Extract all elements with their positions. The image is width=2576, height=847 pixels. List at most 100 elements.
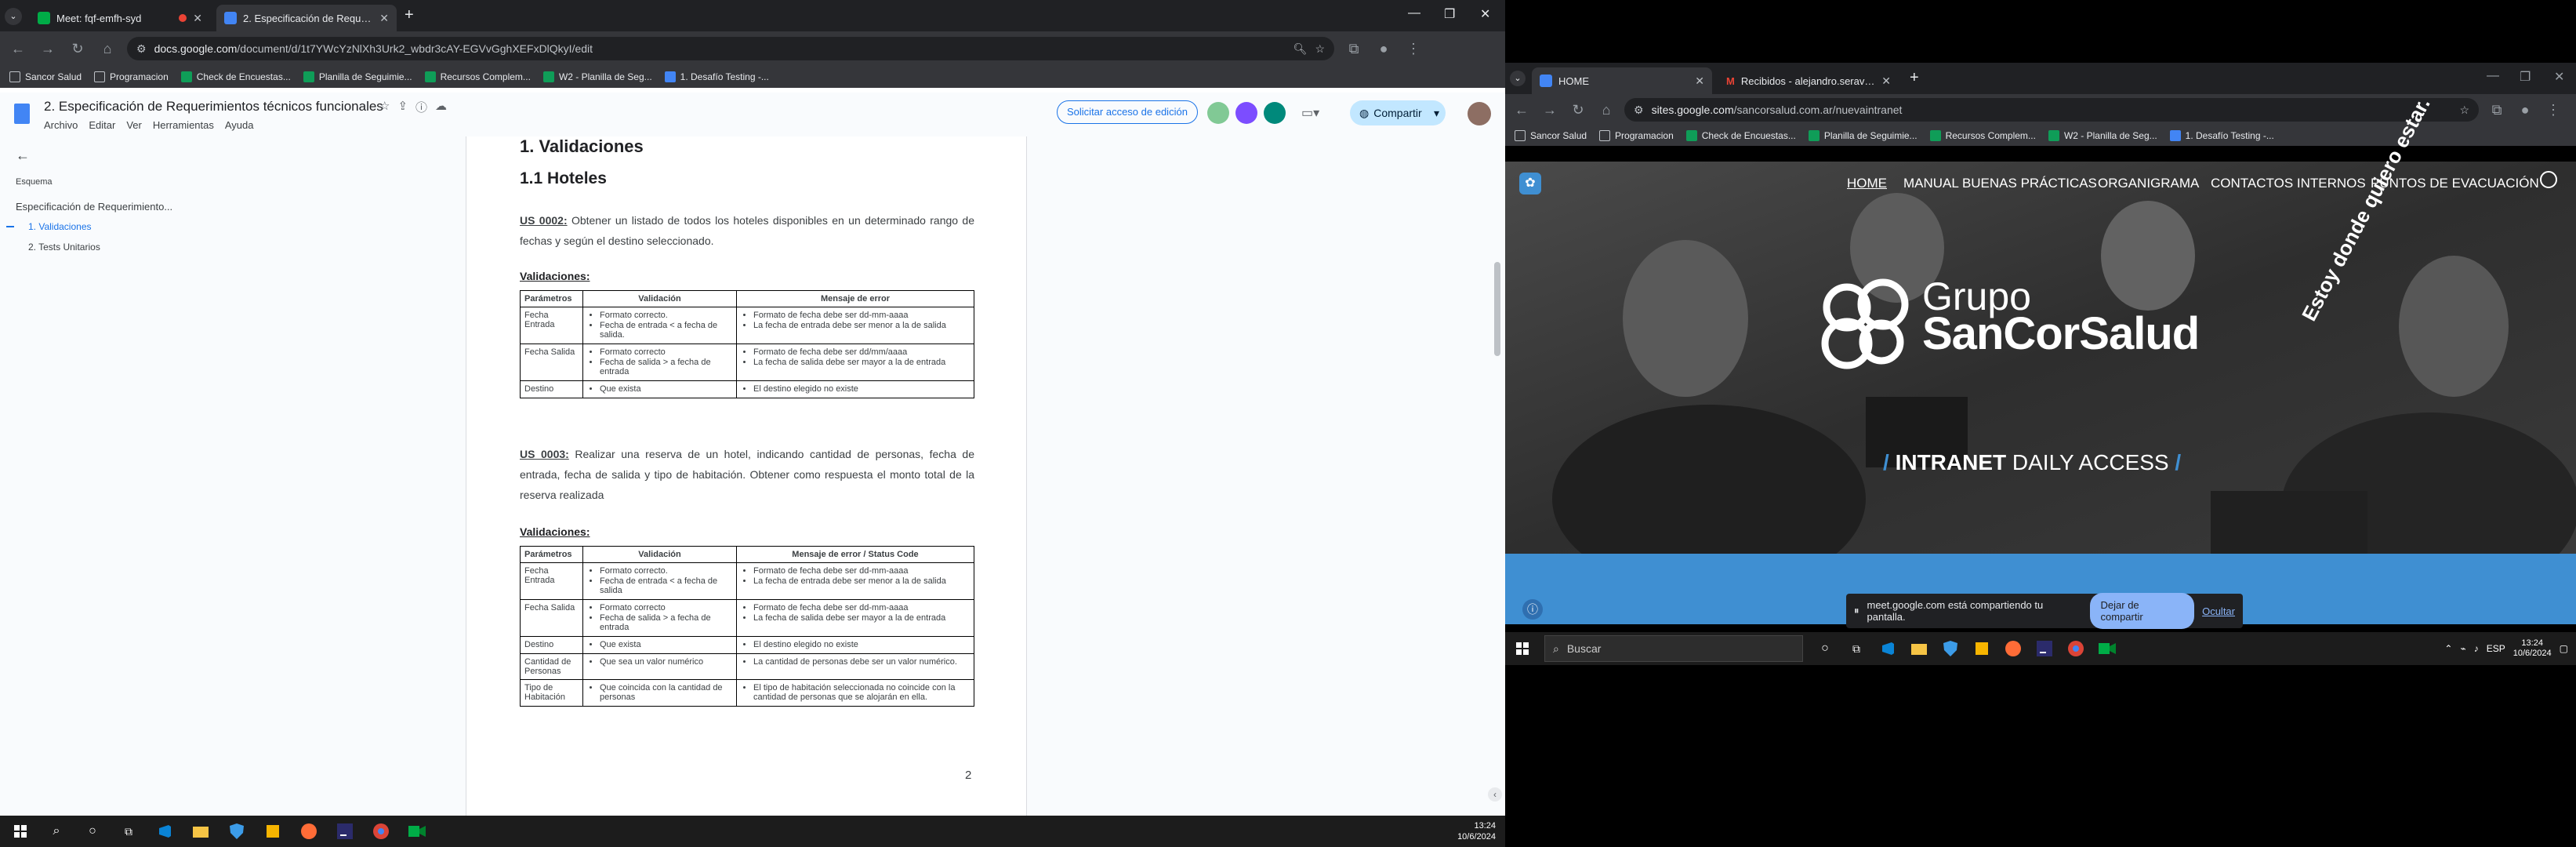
bookmark-item[interactable]: Check de Encuestas... [1685,130,1796,141]
home-icon[interactable]: ⌂ [97,41,118,57]
bookmark-item[interactable]: Programacion [1599,130,1674,141]
avatar[interactable] [1207,102,1229,124]
close-icon[interactable]: ✕ [193,12,202,25]
taskbar-search-input[interactable]: ⌕ Buscar [1544,635,1803,662]
address-bar[interactable]: ⚙ docs.google.com/document/d/1t7YWcYzNlX… [127,37,1334,60]
outline-item-validaciones[interactable]: 1. Validaciones [28,221,92,232]
vscode-icon[interactable] [1878,639,1897,658]
start-icon[interactable] [11,822,30,841]
info-icon[interactable]: ⓘ [1522,599,1543,620]
menu-icon[interactable]: ⋮ [1403,41,1424,57]
menu-editar[interactable]: Editar [89,119,115,131]
nav-manual[interactable]: MANUAL BUENAS PRÁCTICAS [1903,176,2097,191]
bookmark-item[interactable]: Programacion [94,71,169,82]
address-bar[interactable]: ⚙ sites.google.com/sancorsalud.com.ar/nu… [1624,98,2479,122]
share-button[interactable]: ◍ Compartir ▾ [1350,100,1446,125]
chevron-down-icon[interactable]: ▾ [1434,107,1446,120]
extensions-icon[interactable]: ⧉ [2487,102,2507,118]
drag-handle-icon[interactable]: ⏸ [1854,605,1859,617]
docs-logo-icon[interactable] [14,104,30,124]
outline-item-tests[interactable]: 2. Tests Unitarios [28,242,100,253]
search-icon[interactable]: ⌕ [47,822,66,841]
defender-icon[interactable] [1941,639,1960,658]
home-icon[interactable]: ⌂ [1596,102,1616,118]
menu-ver[interactable]: Ver [126,119,142,131]
tab-search-button[interactable]: ⌄ [5,8,22,25]
bookmark-item[interactable]: Sancor Salud [1515,130,1587,141]
app-yellow-icon[interactable] [263,822,282,841]
scrollbar[interactable] [1494,262,1500,356]
nav-organigrama[interactable]: ORGANIGRAMA [2098,176,2199,191]
menu-archivo[interactable]: Archivo [44,119,78,131]
app-yellow-icon[interactable] [1972,639,1991,658]
chevron-up-icon[interactable]: ⌃ [2444,643,2452,654]
bookmark-star-icon[interactable]: ☆ [1315,42,1325,56]
menu-icon[interactable]: ⋮ [2543,102,2563,118]
reload-icon[interactable]: ↻ [67,41,88,57]
tab-home[interactable]: HOME ✕ [1532,67,1712,94]
tab-docs[interactable]: 2. Especificación de Requerimien ✕ [216,5,397,31]
intellij-icon[interactable] [2035,639,2054,658]
postman-icon[interactable] [2004,639,2023,658]
doc-title[interactable]: 2. Especificación de Requerimientos técn… [44,99,383,115]
extensions-icon[interactable]: ⧉ [1344,41,1364,57]
bookmark-item[interactable]: Sancor Salud [9,71,82,82]
meet-call-icon[interactable]: ▭▾ [1301,105,1319,121]
intellij-icon[interactable] [336,822,354,841]
hide-button[interactable]: Ocultar [2202,605,2235,617]
defender-icon[interactable] [227,822,246,841]
stop-sharing-button[interactable]: Dejar de compartir [2089,593,2195,629]
menu-ayuda[interactable]: Ayuda [225,119,254,131]
back-icon[interactable]: ← [8,41,28,57]
notification-icon[interactable]: ▢ [2560,643,2576,654]
close-icon[interactable]: ✕ [379,12,389,25]
new-tab-button[interactable]: + [1910,69,1919,87]
window-close-icon[interactable]: ✕ [1480,6,1490,22]
chrome-icon[interactable] [372,822,390,841]
postman-icon[interactable] [299,822,318,841]
intranet-banner[interactable]: / INTRANET DAILY ACCESS / [1883,450,2181,475]
tab-meet[interactable]: Meet: fqf-emfh-syd ✕ [30,5,210,31]
sancor-logo-icon[interactable]: ✿ [1519,173,1541,194]
close-icon[interactable]: ✕ [1695,75,1704,88]
doc-info-icon[interactable]: ⓘ [415,99,427,115]
bookmark-item[interactable]: 1. Desafío Testing -... [664,71,769,82]
menu-herramientas[interactable]: Herramientas [153,119,214,131]
network-icon[interactable]: ⌁ [2460,643,2465,654]
restore-icon[interactable]: ❐ [1444,6,1455,22]
bookmark-item[interactable]: 1. Desafío Testing -... [2169,130,2274,141]
outline-back-icon[interactable]: ← [16,147,30,164]
meet-icon[interactable] [408,822,426,841]
bookmark-item[interactable]: Check de Encuestas... [180,71,291,82]
account-avatar[interactable] [1468,102,1491,125]
cortana-icon[interactable]: ○ [1816,639,1834,658]
back-icon[interactable]: ← [1511,102,1532,118]
avatar[interactable] [1264,102,1286,124]
move-icon[interactable]: ⇪ [397,99,408,115]
star-icon[interactable]: ☆ [379,99,390,115]
profile-icon[interactable]: ● [1373,41,1394,57]
volume-icon[interactable]: ♪ [2474,643,2479,654]
new-tab-button[interactable]: + [405,6,414,24]
tab-search-button[interactable]: ⌄ [1510,71,1526,86]
cloud-status-icon[interactable]: ☁ [435,99,447,115]
clock[interactable]: 13:24 10/6/2024 [2513,638,2552,659]
language-indicator[interactable]: ESP [2487,643,2505,654]
meet-icon[interactable] [2098,639,2117,658]
request-access-button[interactable]: Solicitar acceso de edición [1057,100,1198,124]
bookmark-item[interactable]: Planilla de Seguimie... [303,71,412,82]
minimize-icon[interactable]: — [1408,6,1420,20]
collapse-icon[interactable]: ‹ [1488,787,1502,802]
clock[interactable]: 13:24 10/6/2024 [1457,820,1496,842]
cortana-icon[interactable]: ○ [83,822,102,841]
forward-icon[interactable]: → [38,41,58,57]
restore-icon[interactable]: ❐ [2520,69,2531,85]
outline-title[interactable]: Especificación de Requerimiento... [16,201,172,213]
bookmark-item[interactable]: Recursos Complem... [424,71,531,82]
vscode-icon[interactable] [155,822,174,841]
zoom-icon[interactable]: 🔍︎ [1293,42,1308,56]
nav-contactos[interactable]: CONTACTOS INTERNOS [2211,176,2366,191]
bookmark-item[interactable]: W2 - Planilla de Seg... [542,71,652,82]
bookmark-item[interactable]: Planilla de Seguimie... [1808,130,1917,141]
chrome-icon[interactable] [2066,639,2085,658]
